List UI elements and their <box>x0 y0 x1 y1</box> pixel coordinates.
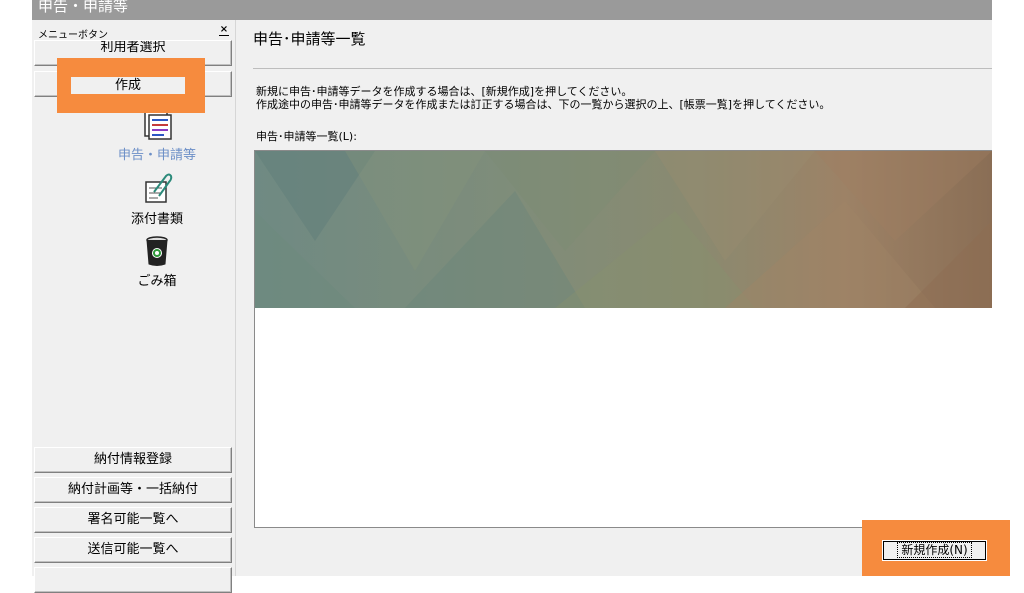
sidebar-item-label: 申告・申請等 <box>117 148 196 163</box>
sidebar-item-forms[interactable]: 申告・申請等 <box>92 106 222 163</box>
payment-info-button[interactable]: 納付情報登録 <box>34 447 232 473</box>
sendable-list-button[interactable]: 送信可能一覧へ <box>34 537 232 563</box>
decorative-banner <box>255 151 992 308</box>
payment-info-button-label: 納付情報登録 <box>93 452 172 467</box>
signable-list-button[interactable]: 署名可能一覧へ <box>34 507 232 533</box>
list-label: 申告･申請等一覧(L): <box>256 130 357 143</box>
signable-list-button-label: 署名可能一覧へ <box>87 512 179 527</box>
window-title: 申告・申請等 <box>32 0 992 20</box>
main-panel: 申告･申請等一覧 新規に申告･申請等データを作成する場合は、[新規作成]を押して… <box>236 20 992 576</box>
more-menu-button[interactable] <box>34 567 232 593</box>
right-margin <box>1010 0 1024 576</box>
payment-plan-button-label: 納付計画等・一括納付 <box>67 482 198 497</box>
menu-header-label: メニューボタン <box>38 30 108 41</box>
instructions: 新規に申告･申請等データを作成する場合は、[新規作成]を押してください。 作成途… <box>256 85 830 111</box>
payment-plan-button[interactable]: 納付計画等・一括納付 <box>34 477 232 503</box>
create-button[interactable]: 作成 <box>71 77 185 94</box>
instruction-line: 新規に申告･申請等データを作成する場合は、[新規作成]を押してください。 <box>256 85 633 98</box>
user-select-button-label: 利用者選択 <box>100 40 166 55</box>
sidebar-item-trash[interactable]: ごみ箱 <box>92 234 222 289</box>
instruction-line: 作成途中の申告･申請等データを作成または訂正する場合は、下の一覧から選択の上、[… <box>256 98 831 111</box>
sidebar-item-label: ごみ箱 <box>137 274 177 289</box>
divider <box>253 68 992 69</box>
new-create-button[interactable]: 新規作成(N) <box>882 540 987 561</box>
page-title: 申告･申請等一覧 <box>253 30 366 48</box>
forms-list[interactable] <box>254 150 992 528</box>
sidebar-item-label: 添付書類 <box>130 212 183 227</box>
new-create-button-label: 新規作成(N) <box>897 542 972 558</box>
attachment-icon <box>145 173 173 203</box>
sendable-list-button-label: 送信可能一覧へ <box>87 542 179 557</box>
sidebar-item-attachments[interactable]: 添付書類 <box>92 172 222 227</box>
trash-bin-icon <box>146 236 168 266</box>
close-icon[interactable]: × <box>219 25 229 36</box>
